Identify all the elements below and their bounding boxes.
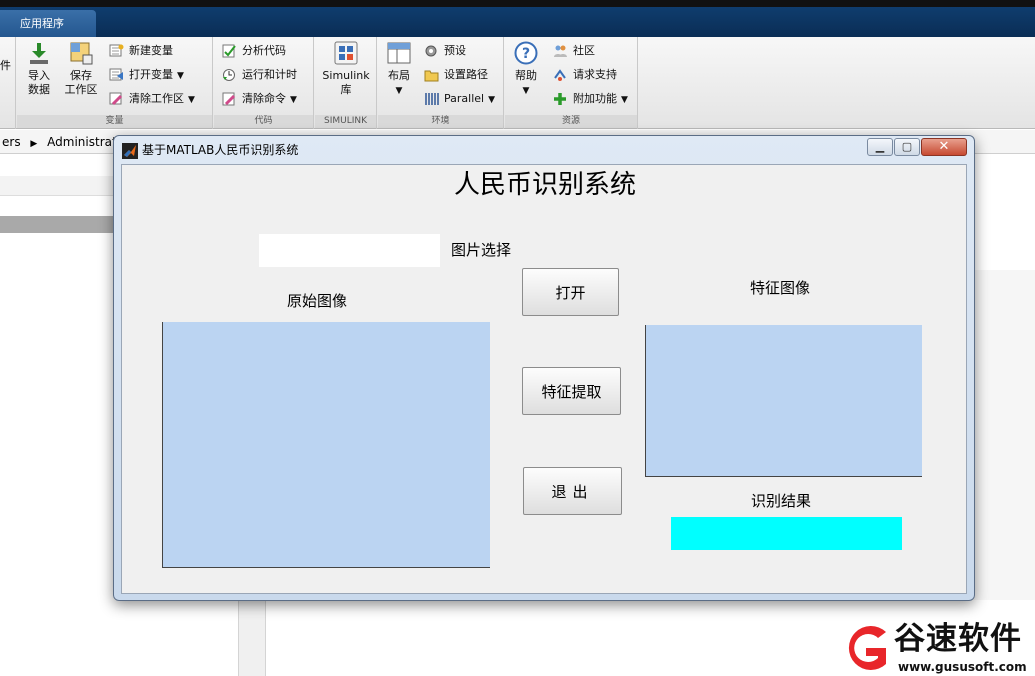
result-label: 识别结果 <box>751 492 812 510</box>
chevron-down-icon: ▼ <box>621 95 628 105</box>
tab-apps[interactable]: 应用程序 <box>0 10 96 37</box>
folder-icon <box>424 70 439 82</box>
help-label: 帮助 <box>515 69 537 82</box>
plus-icon <box>554 93 566 105</box>
community-button[interactable]: 社区 <box>553 41 595 61</box>
new-variable-icon <box>109 44 124 57</box>
original-image-axes <box>162 322 490 568</box>
close-button[interactable]: ✕ <box>921 138 967 156</box>
set-path-button[interactable]: 设置路径 <box>424 65 488 85</box>
layout-label: 布局 <box>388 69 410 82</box>
watermark: 谷速软件 www.gususoft.com <box>838 620 1035 676</box>
figure-title: 基于MATLAB人民币识别系统 <box>142 143 299 157</box>
import-data-button[interactable]: 导入 数据 <box>25 41 53 97</box>
path-start: ers <box>2 135 21 149</box>
ribbon-tabstrip <box>0 7 1035 37</box>
ribbon-group-code: 分析代码 运行和计时 清除命令 ▼ 代码 <box>214 37 314 129</box>
clear-commands-icon <box>222 92 236 106</box>
open-variable-button[interactable]: 打开变量 ▼ <box>109 65 184 85</box>
group-label-variable: 变量 <box>17 115 212 128</box>
clear-workspace-icon <box>109 92 123 106</box>
clear-commands-button[interactable]: 清除命令 ▼ <box>222 89 297 109</box>
figure-client-area: 人民币识别系统 图片选择 原始图像 打开 特征提取 退出 特征图像 识别结果 <box>121 164 967 594</box>
new-variable-button[interactable]: 新建变量 <box>109 41 173 61</box>
parallel-button[interactable]: Parallel ▼ <box>424 89 495 109</box>
ribbon-group-partial: 件 <box>0 37 16 129</box>
run-time-icon <box>223 69 235 81</box>
result-display <box>671 517 902 550</box>
parallel-icon <box>425 93 439 105</box>
feature-image-label: 特征图像 <box>750 279 811 297</box>
gui-title: 人民币识别系统 <box>453 170 636 200</box>
layout-button[interactable]: 布局 ▼ <box>384 41 414 98</box>
addons-button[interactable]: 附加功能 ▼ <box>553 89 628 109</box>
original-image-label: 原始图像 <box>287 292 348 310</box>
gear-icon <box>425 45 437 57</box>
help-icon: ? <box>514 41 538 65</box>
chevron-down-icon: ▼ <box>522 86 530 96</box>
save-workspace-button[interactable]: 保存 工作区 <box>63 41 99 97</box>
import-label-1: 导入 <box>28 69 50 82</box>
select-image-label: 图片选择 <box>451 241 512 259</box>
support-icon <box>554 69 566 81</box>
svg-text:?: ? <box>522 46 530 62</box>
request-support-button[interactable]: 请求支持 <box>553 65 617 85</box>
gusu-logo-icon <box>848 626 886 670</box>
run-and-time-button[interactable]: 运行和计时 <box>222 65 297 85</box>
watermark-text: 谷速软件 <box>894 621 1022 657</box>
help-button[interactable]: ? 帮助 ▼ <box>511 41 541 98</box>
file-browser-selected-row[interactable] <box>0 216 120 233</box>
simulink-label-2: 库 <box>340 83 352 96</box>
panel-splitter[interactable] <box>238 596 266 676</box>
path-separator-icon: ▶ <box>30 139 38 149</box>
preferences-button[interactable]: 预设 <box>424 41 466 61</box>
save-label-2: 工作区 <box>64 83 98 96</box>
simulink-label-1: Simulink <box>322 69 370 82</box>
import-label-2: 数据 <box>28 83 50 96</box>
save-label-1: 保存 <box>70 69 92 82</box>
figure-window: 基于MATLAB人民币识别系统 ▁ ▢ ✕ 人民币识别系统 图片选择 原始图像 … <box>113 135 975 601</box>
open-variable-icon <box>109 68 123 81</box>
chevron-down-icon: ▼ <box>395 86 403 96</box>
ribbon-group-environment: 布局 ▼ 预设 设置路径 Parallel ▼ 环境 <box>378 37 504 129</box>
feature-extract-button[interactable]: 特征提取 <box>522 367 621 415</box>
ribbon-group-simulink: Simulink 库 SIMULINK <box>315 37 377 129</box>
group-label-simulink: SIMULINK <box>315 115 376 128</box>
ribbon: 件 导入 数据 保存 工作区 新建变量 打开变量 ▼ 清除工作区 ▼ 变量 分析… <box>0 37 1035 129</box>
group-label-environment: 环境 <box>378 115 503 128</box>
figure-titlebar[interactable]: 基于MATLAB人民币识别系统 ▁ ▢ ✕ <box>114 136 974 164</box>
workspace-panel <box>966 270 1035 600</box>
image-path-input[interactable] <box>259 234 440 267</box>
file-browser-row <box>0 176 120 196</box>
group-label-code: 代码 <box>214 115 313 128</box>
matlab-logo-icon <box>122 143 138 159</box>
chevron-down-icon: ▼ <box>177 71 184 81</box>
open-button[interactable]: 打开 <box>522 268 619 316</box>
exit-button[interactable]: 退出 <box>523 467 622 515</box>
group-label-resources: 资源 <box>505 115 637 128</box>
analyze-code-icon <box>222 44 236 58</box>
community-icon <box>554 45 567 57</box>
minimize-button[interactable]: ▁ <box>867 138 893 156</box>
maximize-button[interactable]: ▢ <box>894 138 920 156</box>
ribbon-group-variable: 导入 数据 保存 工作区 新建变量 打开变量 ▼ 清除工作区 ▼ 变量 <box>17 37 213 129</box>
chevron-down-icon: ▼ <box>290 95 297 105</box>
simulink-library-button[interactable]: Simulink 库 <box>319 41 373 97</box>
os-top-strip <box>0 0 1035 7</box>
save-icon <box>70 42 93 65</box>
clear-workspace-button[interactable]: 清除工作区 ▼ <box>109 89 195 109</box>
simulink-icon <box>334 41 358 65</box>
import-icon <box>30 43 48 64</box>
close-icon: ✕ <box>938 139 950 154</box>
watermark-url: www.gususoft.com <box>898 660 1027 674</box>
minimize-icon: ▁ <box>875 140 885 153</box>
feature-image-axes <box>645 325 922 477</box>
chevron-down-icon: ▼ <box>488 95 496 105</box>
maximize-icon: ▢ <box>901 140 913 153</box>
layout-icon <box>387 42 411 64</box>
chevron-down-icon: ▼ <box>188 95 195 105</box>
ribbon-group-resources: ? 帮助 ▼ 社区 请求支持 附加功能 ▼ 资源 <box>505 37 638 129</box>
partial-label: 件 <box>0 59 11 72</box>
analyze-code-button[interactable]: 分析代码 <box>222 41 286 61</box>
